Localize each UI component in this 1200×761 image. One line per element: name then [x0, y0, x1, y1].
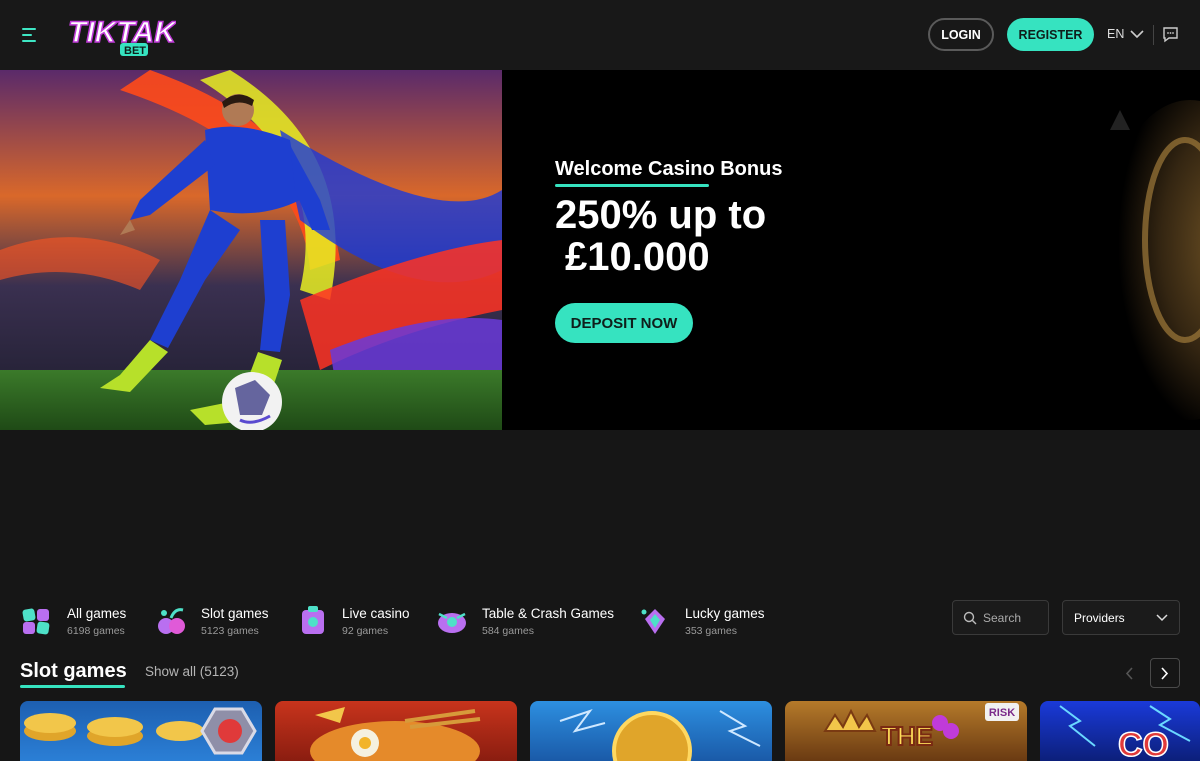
hero-title-line2: £10.000 — [565, 235, 710, 279]
game-artwork-food — [310, 707, 481, 761]
carousel-next-button[interactable] — [1150, 658, 1180, 688]
lucky-games-icon — [641, 609, 665, 634]
search-icon — [963, 611, 977, 625]
hero-subtitle: Welcome Casino Bonus — [555, 158, 783, 180]
carousel-prev-button[interactable] — [1116, 658, 1142, 688]
logo-subtext: BET — [124, 45, 146, 57]
site-header: TIKTAK BET LOGIN REGISTER EN — [0, 0, 1200, 70]
category-count: 92 games — [342, 625, 389, 637]
register-button[interactable]: REGISTER — [1007, 18, 1094, 51]
game-artwork-lightning — [559, 709, 761, 761]
football-player-image — [0, 70, 502, 430]
slot-games-icon — [158, 608, 185, 634]
hero-banner: Welcome Casino Bonus 250% up to £10.000 … — [0, 70, 1200, 430]
category-label: All games — [67, 606, 127, 621]
game-search-input[interactable]: Search — [952, 600, 1049, 635]
table-crash-icon — [438, 612, 466, 633]
tiktak-bet-logo[interactable]: TIKTAK BET — [64, 10, 179, 60]
category-lucky-games[interactable]: Lucky games 353 games — [638, 600, 768, 640]
casino-roulette-image — [1040, 70, 1200, 430]
category-label: Lucky games — [685, 606, 765, 621]
chevron-down-icon — [1130, 29, 1144, 38]
header-divider — [1153, 25, 1154, 45]
category-count: 584 games — [482, 625, 534, 637]
deposit-now-button[interactable]: DEPOSIT NOW — [555, 303, 693, 343]
category-count: 6198 games — [67, 625, 125, 637]
show-all-link[interactable]: Show all (5123) — [145, 664, 239, 679]
category-all-games[interactable]: All games 6198 games — [20, 600, 140, 640]
game-artwork-jackpot: RISK THE — [823, 703, 1019, 752]
category-count: 5123 games — [201, 625, 259, 637]
chevron-down-icon — [1156, 614, 1168, 622]
game-artwork-electric: CO — [1059, 705, 1191, 761]
category-slot-games[interactable]: Slot games 5123 games — [155, 600, 280, 640]
game-artwork-coins — [24, 707, 257, 755]
language-code: EN — [1107, 27, 1125, 41]
category-label: Live casino — [342, 606, 410, 621]
svg-text:CO: CO — [1118, 726, 1169, 761]
chevron-right-icon — [1161, 666, 1169, 680]
game-thumbnail[interactable]: CO — [1040, 701, 1200, 761]
game-thumbnail[interactable] — [275, 701, 517, 761]
chevron-left-icon — [1125, 666, 1133, 680]
providers-dropdown[interactable]: Providers — [1062, 600, 1180, 635]
category-count: 353 games — [685, 625, 737, 637]
svg-text:RISK: RISK — [989, 707, 1015, 719]
login-button[interactable]: LOGIN — [928, 18, 994, 51]
category-table-crash-games[interactable]: Table & Crash Games 584 games — [435, 600, 615, 640]
hamburger-menu-icon[interactable] — [22, 25, 44, 45]
search-placeholder: Search — [983, 611, 1022, 625]
section-title-underline — [20, 685, 125, 688]
language-selector[interactable]: EN — [1107, 27, 1144, 41]
category-live-casino[interactable]: Live casino 92 games — [296, 600, 416, 640]
live-casino-icon — [302, 606, 324, 634]
section-title: Slot games — [20, 660, 127, 682]
providers-label: Providers — [1074, 611, 1125, 625]
game-thumbnail[interactable] — [530, 701, 772, 761]
game-thumbnail[interactable]: RISK THE — [785, 701, 1027, 761]
hero-subtitle-underline — [555, 184, 709, 187]
svg-text:THE: THE — [881, 721, 933, 751]
hero-title: 250% up to £10.000 — [555, 194, 855, 278]
category-label: Slot games — [201, 606, 269, 621]
game-thumbnail[interactable] — [20, 701, 262, 761]
chat-icon[interactable] — [1162, 26, 1179, 43]
all-games-icon — [22, 608, 50, 635]
category-label: Table & Crash Games — [482, 606, 615, 621]
hero-title-line1: 250% up to — [555, 193, 767, 237]
